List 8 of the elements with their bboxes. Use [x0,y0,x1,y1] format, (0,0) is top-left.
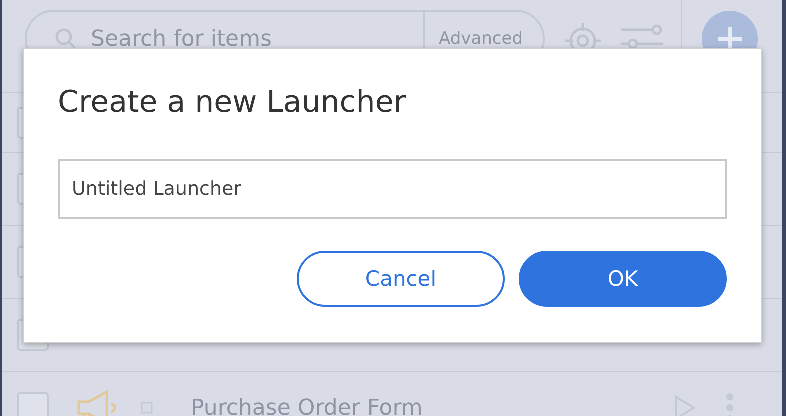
search-icon [55,28,77,50]
dialog-title: Create a new Launcher [58,84,408,122]
megaphone-icon [77,390,117,416]
cancel-button[interactable]: Cancel [297,251,505,307]
checkbox[interactable] [17,392,49,416]
name-input-field[interactable]: Untitled Launcher [58,159,727,219]
search-placeholder: Search for items [91,26,272,52]
ok-button[interactable]: OK [519,251,727,307]
